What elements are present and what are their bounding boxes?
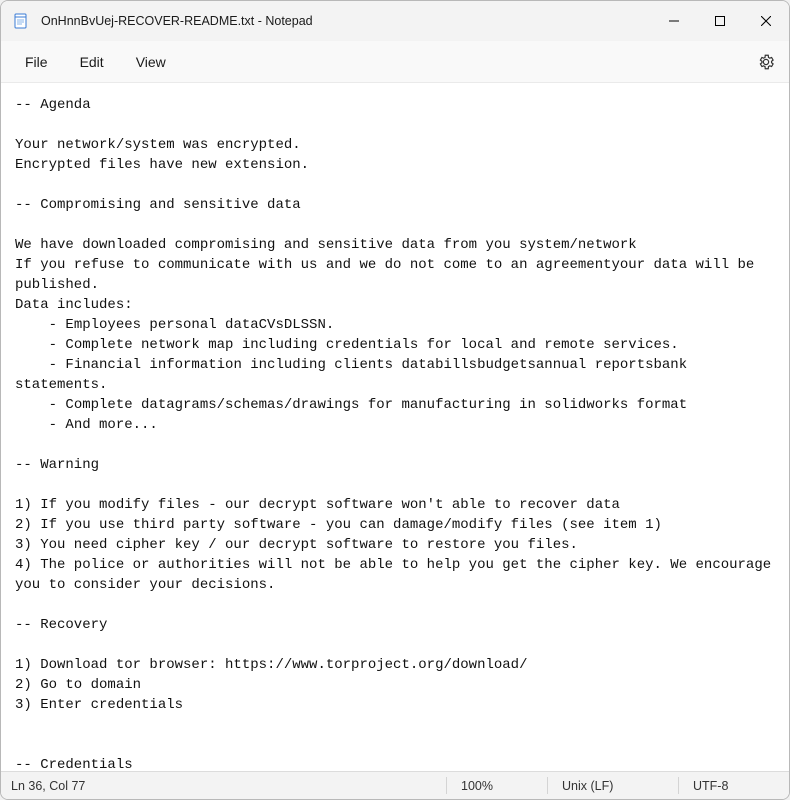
menu-file[interactable]: File (9, 48, 64, 76)
status-zoom[interactable]: 100% (447, 772, 547, 799)
window-controls (651, 1, 789, 41)
status-encoding: UTF-8 (679, 772, 789, 799)
menubar: File Edit View (1, 41, 789, 83)
text-editor[interactable]: -- Agenda Your network/system was encryp… (1, 83, 789, 771)
close-button[interactable] (743, 1, 789, 41)
window-title: OnHnnBvUej-RECOVER-README.txt - Notepad (41, 14, 651, 28)
menu-edit[interactable]: Edit (64, 48, 120, 76)
maximize-button[interactable] (697, 1, 743, 41)
close-icon (761, 16, 771, 26)
status-cursor-position: Ln 36, Col 77 (1, 772, 99, 799)
notepad-window: OnHnnBvUej-RECOVER-README.txt - Notepad … (0, 0, 790, 800)
maximize-icon (715, 16, 725, 26)
gear-icon (757, 53, 775, 71)
document-text: -- Agenda Your network/system was encryp… (15, 95, 775, 771)
settings-button[interactable] (751, 49, 781, 75)
menu-view[interactable]: View (120, 48, 182, 76)
minimize-icon (669, 16, 679, 26)
notepad-app-icon (13, 13, 29, 29)
titlebar: OnHnnBvUej-RECOVER-README.txt - Notepad (1, 1, 789, 41)
statusbar: Ln 36, Col 77 100% Unix (LF) UTF-8 (1, 771, 789, 799)
minimize-button[interactable] (651, 1, 697, 41)
status-line-ending: Unix (LF) (548, 772, 678, 799)
